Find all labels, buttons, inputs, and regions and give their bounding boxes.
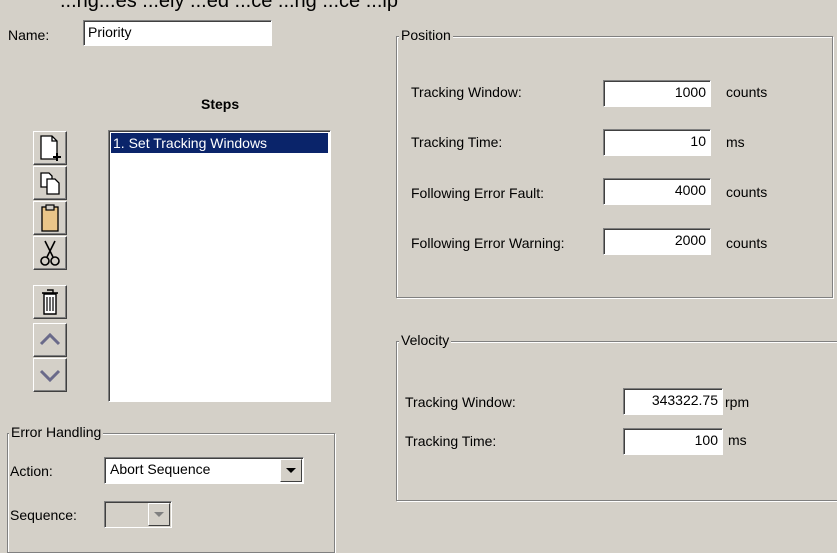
chevron-down-icon xyxy=(286,468,296,473)
vel-tracking-window-input[interactable]: 343322.75 xyxy=(623,388,723,415)
following-error-fault-unit: counts xyxy=(726,184,768,200)
following-error-warning-unit: counts xyxy=(726,235,768,251)
list-item[interactable]: 1. Set Tracking Windows xyxy=(111,133,328,153)
copy-button[interactable] xyxy=(33,166,67,200)
action-select-value: Abort Sequence xyxy=(110,461,211,477)
move-down-icon xyxy=(39,369,61,383)
action-dropdown-button[interactable] xyxy=(280,459,302,482)
name-label: Name: xyxy=(8,27,50,43)
pos-tracking-time-input[interactable]: 10 xyxy=(603,129,711,156)
move-up-button[interactable] xyxy=(33,323,67,357)
pos-tracking-time-label: Tracking Time: xyxy=(411,134,503,150)
top-clipped-caption: ...ng...es ...ely ...ed ...ce ...ng ...c… xyxy=(60,0,398,12)
top-clipped-text: ...ng...es ...ely ...ed ...ce ...ng ...c… xyxy=(0,0,837,20)
cut-icon xyxy=(40,240,60,266)
error-handling-title: Error Handling xyxy=(9,424,104,440)
following-error-warning-label: Following Error Warning: xyxy=(411,235,565,251)
vel-tracking-time-label: Tracking Time: xyxy=(405,433,497,449)
velocity-title: Velocity xyxy=(399,332,452,348)
sequence-label: Sequence: xyxy=(10,507,77,523)
sequence-dropdown-button[interactable] xyxy=(148,503,170,526)
error-handling-group xyxy=(7,433,335,553)
move-down-button[interactable] xyxy=(33,358,67,392)
move-up-icon xyxy=(39,332,61,346)
delete-icon xyxy=(42,289,58,315)
new-step-icon xyxy=(40,135,61,161)
cut-button[interactable] xyxy=(33,236,67,270)
vel-tracking-window-unit: rpm xyxy=(725,394,750,410)
action-select[interactable]: Abort Sequence xyxy=(104,457,304,484)
following-error-fault-label: Following Error Fault: xyxy=(411,185,545,201)
pos-tracking-window-input[interactable]: 1000 xyxy=(603,80,711,107)
steps-list[interactable]: 1. Set Tracking Windows xyxy=(108,130,331,402)
sequence-select[interactable] xyxy=(104,501,172,528)
pos-tracking-time-unit: ms xyxy=(726,134,745,150)
position-group xyxy=(396,36,833,298)
paste-icon xyxy=(41,204,59,232)
chevron-down-icon xyxy=(154,512,164,517)
velocity-group xyxy=(396,341,837,501)
steps-title: Steps xyxy=(201,96,240,112)
new-step-button[interactable] xyxy=(33,131,67,165)
following-error-warning-input[interactable]: 2000 xyxy=(603,228,711,255)
delete-button[interactable] xyxy=(33,285,67,319)
following-error-fault-input[interactable]: 4000 xyxy=(603,178,711,205)
pos-tracking-window-unit: counts xyxy=(726,84,768,100)
vel-tracking-window-label: Tracking Window: xyxy=(405,394,516,410)
paste-button[interactable] xyxy=(33,201,67,235)
copy-icon xyxy=(40,172,60,195)
name-input[interactable]: Priority xyxy=(83,20,272,46)
action-label: Action: xyxy=(10,463,53,479)
vel-tracking-time-input[interactable]: 100 xyxy=(623,428,723,455)
vel-tracking-time-unit: ms xyxy=(728,432,747,448)
pos-tracking-window-label: Tracking Window: xyxy=(411,84,522,100)
position-title: Position xyxy=(399,27,453,43)
